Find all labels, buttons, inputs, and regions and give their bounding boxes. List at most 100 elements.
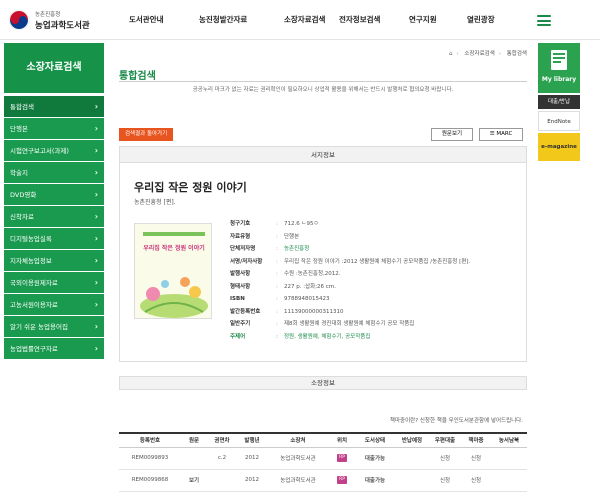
sidebar-item-new-arrivals[interactable]: 신착자료 › (4, 206, 104, 228)
logo-title: 농업과학도서관 (35, 21, 90, 31)
field-corporate-author: 단체저자명: 농촌진흥청 (230, 243, 520, 256)
subject-link[interactable]: 정원 (284, 334, 294, 340)
book-pickup-apply[interactable]: 신청 (461, 469, 491, 492)
book-cover-illustration (135, 224, 211, 318)
sidebar-item-digital-records[interactable]: 디지털농업실록 › (4, 228, 104, 250)
col-book-pickup: 책마중 (461, 432, 491, 448)
sidebar-item-integrated-search[interactable]: 통합검색 › (4, 96, 104, 118)
chevron-right-icon: › (94, 146, 98, 155)
chevron-right-icon: › (94, 124, 98, 133)
nav-open-plaza[interactable]: 열린광장 (467, 14, 495, 25)
chevron-right-icon: › (94, 278, 98, 287)
home-icon[interactable]: ⌂ (449, 51, 453, 57)
chevron-right-icon: › (94, 168, 98, 177)
back-to-results-button[interactable]: 검색결과 돌아가기 (119, 128, 174, 141)
rp-badge: RP (337, 454, 347, 462)
page-title: 통합검색 (119, 71, 156, 82)
breadcrumb-current: 통합검색 (506, 51, 527, 57)
field-general-note: 일반주기: 제8회 생활원예 경진대회 생활원예 체험수기 공모 작품집 (230, 321, 415, 327)
col-registration-no: 등록번호 (119, 432, 181, 448)
chevron-right-icon: › (94, 322, 98, 331)
nav-library-info[interactable]: 도서관안내 (129, 14, 164, 25)
chevron-right-icon: › (94, 344, 98, 353)
copyright-notice: 공공누리 마크가 없는 자료는 권리확인이 필요하오니 상업적 활용을 위해서는… (192, 87, 454, 93)
nav-e-info-search[interactable]: 전자정보검색 (339, 14, 380, 25)
col-location: 소장처 (267, 432, 329, 448)
nav-research-support[interactable]: 연구지원 (409, 14, 437, 25)
field-isbn: ISBN:9788948015423 (230, 296, 330, 302)
government-emblem-icon (8, 9, 30, 31)
site-header: 농촌진흥청 농업과학도서관 도서관안내 농진청발간자료 소장자료검색 전자정보검… (0, 0, 600, 40)
col-nongseo: 농서남북 (491, 432, 527, 448)
bibliographic-info-section: 서지정보 우리집 작은 정원 이야기 농촌진흥청 [편]. 우리집 작은 정원 … (119, 146, 527, 362)
sidebar-item-journal[interactable]: 학술지 › (4, 162, 104, 184)
col-postal-loan: 우편대출 (429, 432, 461, 448)
sidebar-item-old-books[interactable]: 고농서원이용자료 › (4, 294, 104, 316)
sidebar-item-local-gov-info[interactable]: 지자체농업정보 › (4, 250, 104, 272)
loan-return-button[interactable]: 대출/반납 (538, 95, 580, 109)
postal-loan-apply[interactable]: 신청 (429, 469, 461, 492)
chevron-right-icon: › (94, 102, 98, 111)
col-original: 원문 (181, 432, 207, 448)
view-original-button[interactable]: 원문보기 (431, 128, 473, 141)
book-title: 우리집 작은 정원 이야기 (134, 181, 247, 194)
subject-link[interactable]: 생활원예 (298, 334, 318, 340)
book-pickup-apply[interactable]: 신청 (461, 447, 491, 470)
sidebar: 소장자료검색 통합검색 › 단행본 › 시험연구보고서(과제) › 학술지 › DVD영… (4, 43, 104, 360)
field-physical: 형태사항:227 p. :삽화;26 cm. (230, 283, 336, 290)
subject-link[interactable]: 체험수기 (321, 334, 341, 340)
sidebar-item-dvd[interactable]: DVD영화 › (4, 184, 104, 206)
holdings-section-title: 소장정보 (119, 376, 527, 390)
col-year: 발행년 (237, 432, 267, 448)
postal-loan-apply[interactable]: 신청 (429, 447, 461, 470)
sidebar-item-research-report[interactable]: 시험연구보고서(과제) › (4, 140, 104, 162)
breadcrumb-item[interactable]: 소장자료검색 (464, 51, 494, 57)
sidebar-item-law-research[interactable]: 농업법률연구자료 › (4, 338, 104, 360)
col-status: 도서상태 (355, 432, 395, 448)
menu-hamburger-icon[interactable] (537, 15, 551, 26)
main-nav: 도서관안내 농진청발간자료 소장자료검색 전자정보검색 연구지원 열린광장 (118, 0, 518, 40)
field-subjects: 주제어: 정원, 생활원예, 체험수기, 공모작품집 (230, 333, 371, 340)
table-row: REM0099893 c.2 2012 농업과학도서관 RP 대출가능 신청 신… (119, 447, 527, 470)
bibliographic-fields: 청구기호:712.6 ㄴ95ㅇ 자료유형: 단행본 단체저자명: 농촌진흥청 서명/… (230, 218, 520, 343)
table-header-row: 등록번호 원문 권면차 발행년 소장처 위치 도서상태 반납예정 우편대출 책마… (119, 432, 527, 448)
field-call-number: 청구기호:712.6 ㄴ95ㅇ (230, 221, 319, 227)
chevron-right-icon: › (94, 234, 98, 243)
nav-rda-publications[interactable]: 농진청발간자료 (199, 14, 247, 25)
book-cover-image: 우리집 작은 정원 이야기 (134, 223, 212, 319)
holdings-table: 등록번호 원문 권면차 발행년 소장처 위치 도서상태 반납예정 우편대출 책마… (119, 432, 527, 492)
book-author: 농촌진흥청 [편]. (134, 199, 176, 206)
nav-holdings-search[interactable]: 소장자료검색 (284, 14, 325, 25)
marc-button[interactable]: ☰ MARC (479, 128, 523, 141)
book-delivery-notice: 책마중이란? 신청한 책을 무인도서분관함에 넣어드립니다. (389, 418, 523, 424)
corporate-author-link[interactable]: 농촌진흥청 (284, 243, 309, 256)
site-logo[interactable]: 농촌진흥청 농업과학도서관 (8, 7, 103, 33)
chevron-right-icon: › (94, 190, 98, 199)
breadcrumb: ⌂ › 소장자료검색 › 통합검색 (448, 51, 527, 57)
chevron-right-icon: › (94, 300, 98, 309)
chevron-right-icon: › (94, 256, 98, 265)
book-icon (551, 50, 567, 70)
col-position: 위치 (329, 432, 355, 448)
loan-status: 대출가능 (355, 447, 395, 470)
rp-badge: RP (337, 476, 347, 484)
sidebar-item-monograph[interactable]: 단행본 › (4, 118, 104, 140)
view-original-link[interactable]: 보기 (181, 469, 207, 492)
my-library-label: My library (541, 76, 577, 83)
sidebar-title: 소장자료검색 (4, 43, 104, 93)
endnote-button[interactable]: EndNote (538, 111, 580, 131)
e-magazine-button[interactable]: e-magazine (538, 133, 580, 161)
section-title: 서지정보 (120, 147, 526, 163)
subject-link[interactable]: 공모작품집 (345, 334, 370, 340)
field-publication: 발행사항: 수원 :농촌진흥청,2012. (230, 271, 341, 277)
sidebar-item-foreign-materials[interactable]: 국외이용원제자료 › (4, 272, 104, 294)
loan-status: 대출가능 (355, 469, 395, 492)
col-volume: 권면차 (207, 432, 237, 448)
table-row: REM0099868 보기 2012 농업과학도서관 RP 대출가능 신청 신청 (119, 469, 527, 492)
sidebar-item-glossary[interactable]: 알기 쉬운 농업용어집 › (4, 316, 104, 338)
cover-title: 우리집 작은 정원 이야기 (143, 245, 205, 252)
col-due-date: 반납예정 (395, 432, 429, 448)
quick-menu: My library 대출/반납 EndNote e-magazine (538, 43, 580, 161)
field-registration-number: 발간등록번호:11139000000311310 (230, 308, 344, 315)
my-library-button[interactable]: My library (538, 43, 580, 93)
